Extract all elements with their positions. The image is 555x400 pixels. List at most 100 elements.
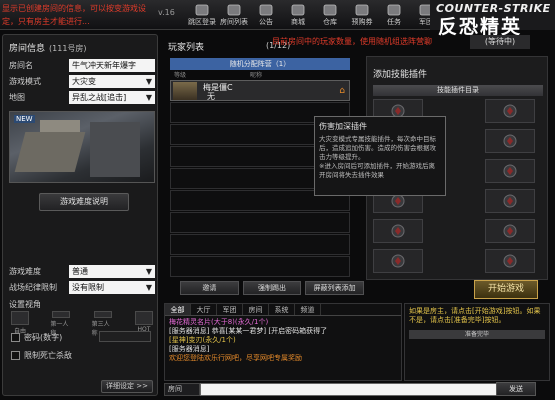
chat-line: [服务器消息] 恭喜[某某一君梦] [开启密码箱获得了 bbox=[169, 327, 328, 335]
map-label: 地图 bbox=[9, 93, 25, 102]
nav-storage[interactable]: 仓库 bbox=[314, 1, 346, 29]
plugin-slot[interactable] bbox=[373, 219, 423, 243]
chat-channel-select[interactable]: 房间 bbox=[164, 383, 200, 396]
checkbox-icon bbox=[11, 332, 20, 342]
plugin-slot[interactable] bbox=[485, 159, 535, 183]
nav-task[interactable]: 任务 bbox=[378, 1, 410, 29]
checkbox-icon bbox=[11, 350, 20, 360]
difficulty-row: 游戏难度 普通 ▼ bbox=[9, 265, 155, 278]
new-badge: NEW bbox=[14, 115, 35, 123]
map-row: 地图 异乱之战[追击] ▼ bbox=[9, 91, 155, 104]
plugin-slot[interactable] bbox=[485, 219, 535, 243]
plugin-slot[interactable] bbox=[485, 99, 535, 123]
system-message-panel: 如果是房主，请点击[开始游戏]按钮。如果不是，请点击[准备完毕]按钮。 准备完毕 bbox=[404, 303, 550, 381]
room-number: (111号房) bbox=[49, 44, 87, 53]
plugin-icon bbox=[391, 224, 405, 238]
wait-status: (等待中) bbox=[470, 35, 530, 49]
plugin-slot[interactable] bbox=[485, 249, 535, 273]
detail-settings-button[interactable]: 详细设定 >> bbox=[101, 380, 153, 393]
plugin-icon bbox=[503, 254, 517, 268]
difficulty-select[interactable]: 普通 ▼ bbox=[69, 265, 155, 278]
plugin-icon bbox=[503, 194, 517, 208]
password-input[interactable] bbox=[99, 331, 151, 342]
plugin-title: 添加技能插件 bbox=[373, 70, 428, 80]
server-icon bbox=[195, 4, 209, 16]
player-columns: 等级 昵称 bbox=[170, 70, 350, 79]
mode-explain-button[interactable]: 游戏难度说明 bbox=[39, 193, 129, 211]
player-slot[interactable] bbox=[170, 256, 350, 277]
player-clan: 无 bbox=[207, 92, 215, 101]
random-assign-button[interactable]: 随机分配阵营（1） bbox=[170, 58, 350, 70]
chat-tab[interactable]: 系统 bbox=[269, 304, 295, 315]
record-select[interactable]: 没有限制 ▼ bbox=[69, 281, 155, 294]
kick-button[interactable]: 强制踢出 bbox=[242, 281, 302, 295]
version-label: v.16 bbox=[158, 8, 175, 17]
col-level: 等级 bbox=[174, 72, 187, 79]
nav-list[interactable]: 房间列表 bbox=[218, 1, 250, 29]
plugin-icon bbox=[503, 134, 517, 148]
chat-tab[interactable]: 全部 bbox=[165, 304, 191, 315]
chevron-down-icon: ▼ bbox=[145, 93, 152, 102]
mode-row: 游戏模式 大灾变 ▼ bbox=[9, 75, 155, 88]
plugin-slot[interactable] bbox=[485, 129, 535, 153]
room-notice: 目前房间中的玩家数量，使用随机组选阵营聊 bbox=[272, 37, 432, 46]
block-list-button[interactable]: 屏蔽列表添加 bbox=[305, 281, 365, 295]
list-icon bbox=[227, 4, 241, 16]
plugin-icon bbox=[503, 164, 517, 178]
map-preview: NEW bbox=[9, 111, 155, 183]
chat-tab[interactable]: 频道 bbox=[295, 304, 321, 315]
player-slot[interactable] bbox=[170, 212, 350, 233]
mode-label: 游戏模式 bbox=[9, 77, 41, 86]
chat-line: [星神]变刃(永久/1个) bbox=[169, 336, 236, 344]
chat-tabs: 全部 大厅 军团 房间 系统 频道 bbox=[165, 304, 401, 316]
chat-panel: 全部 大厅 军团 房间 系统 频道 梅花精灵名片(大于8)(永久/1个) [服务器消息] 恭… bbox=[164, 303, 402, 381]
announce-icon bbox=[259, 4, 273, 16]
plugin-icon bbox=[503, 224, 517, 238]
plugin-icon bbox=[503, 104, 517, 118]
room-info-title: 房间信息 (111号房) bbox=[9, 44, 87, 54]
chat-input-row: 房间 bbox=[164, 383, 504, 396]
coupon-icon bbox=[355, 4, 369, 16]
top-notice: 显示已创建房间的信息，可以按变游戏设定，只有房主才能进行... bbox=[2, 4, 146, 26]
chat-log: 梅花精灵名片(大于8)(永久/1个) [服务器消息] 恭喜[某某一君梦] [开启密… bbox=[165, 316, 401, 365]
nav-shop[interactable]: 商城 bbox=[282, 1, 314, 29]
room-name-input[interactable]: 牛气冲天新年爆字 bbox=[69, 59, 155, 72]
mode-select[interactable]: 大灾变 ▼ bbox=[69, 75, 155, 88]
room-name-row: 房间名 牛气冲天新年爆字 bbox=[9, 59, 155, 72]
chat-input[interactable] bbox=[200, 383, 504, 396]
room-name-label: 房间名 bbox=[9, 61, 33, 70]
top-bar: 显示已创建房间的信息，可以按变游戏设定，只有房主才能进行... v.16 跳区登… bbox=[0, 0, 555, 38]
invite-button[interactable]: 邀请 bbox=[180, 281, 239, 295]
record-row: 战场纪律限制 没有限制 ▼ bbox=[9, 281, 155, 294]
map-select[interactable]: 异乱之战[追击] ▼ bbox=[69, 91, 155, 104]
chat-tab[interactable]: 房间 bbox=[243, 304, 269, 315]
plugin-slot[interactable] bbox=[485, 189, 535, 213]
brand-area: COUNTER-STRIKE 反恐精英 bbox=[430, 0, 555, 38]
plugin-tooltip: 伤害加深插件 大灾变模式专属技能插件，每次命中目标后，造成追加伤害。造成的伤害会… bbox=[314, 116, 446, 196]
host-icon: ⌂ bbox=[339, 86, 345, 96]
send-button[interactable]: 发送 bbox=[496, 382, 536, 396]
chat-tab[interactable]: 大厅 bbox=[191, 304, 217, 315]
player-slot[interactable] bbox=[170, 234, 350, 255]
nav-coupon[interactable]: 预购券 bbox=[346, 1, 378, 29]
chat-line: 梅花精灵名片(大于8)(永久/1个) bbox=[169, 318, 269, 326]
start-game-button[interactable]: 开始游戏 bbox=[474, 280, 538, 299]
nav-server[interactable]: 跳区登录 bbox=[186, 1, 218, 29]
player-slot[interactable]: 梅是僵C 无 ⌂ bbox=[170, 80, 350, 101]
chat-line: 欢迎您登陆欢乐行网吧，尽享网吧专属奖励 bbox=[169, 354, 302, 362]
avatar bbox=[173, 82, 197, 100]
plugin-icon bbox=[391, 254, 405, 268]
player-list-title: 玩家列表 bbox=[168, 43, 205, 53]
tooltip-title: 伤害加深插件 bbox=[319, 122, 367, 131]
plugin-directory-button[interactable]: 技能插件目录 bbox=[373, 85, 543, 96]
record-label: 战场纪律限制 bbox=[9, 283, 57, 292]
password-checkbox[interactable]: 密码(数字) bbox=[11, 331, 62, 343]
system-message: 如果是房主，请点击[开始游戏]按钮。如果不是，请点击[准备完毕]按钮。 bbox=[409, 307, 541, 324]
chat-tab[interactable]: 军团 bbox=[217, 304, 243, 315]
chevron-down-icon: ▼ bbox=[145, 283, 152, 292]
storage-icon bbox=[323, 4, 337, 16]
plugin-slot[interactable] bbox=[373, 249, 423, 273]
top-nav: 跳区登录 房间列表 公告 商城 仓库 预购券 任务 军团 bbox=[186, 1, 442, 29]
nav-announce[interactable]: 公告 bbox=[250, 1, 282, 29]
limit-checkbox[interactable]: 限制死亡杀敌 bbox=[11, 349, 72, 361]
